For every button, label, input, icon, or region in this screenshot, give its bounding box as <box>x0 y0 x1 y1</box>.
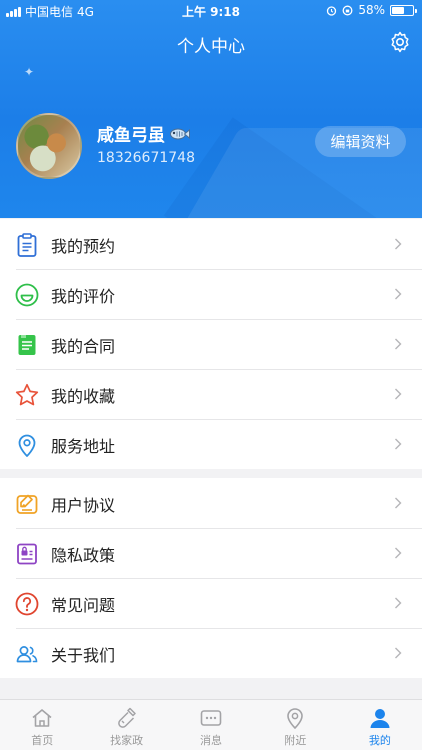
username-row: 咸鱼弓虽 <box>97 121 190 146</box>
tab-nearby[interactable]: 附近 <box>253 700 337 750</box>
agreement-icon <box>16 494 38 514</box>
menu-item-label: 用户协议 <box>51 496 116 515</box>
menu-item-my-appointments[interactable]: 我的预约 <box>0 219 422 269</box>
bottom-tab-bar: 首页 找家政 消息 附近 我的 <box>0 699 422 750</box>
menu-item-label: 隐私政策 <box>51 546 116 565</box>
battery-percent: 58% <box>358 3 385 17</box>
chevron-right-icon <box>395 438 402 450</box>
star-icon <box>15 383 39 406</box>
menu-item-about-us[interactable]: 关于我们 <box>0 628 422 678</box>
tab-find-housekeeping[interactable]: 找家政 <box>84 700 168 750</box>
tab-label: 找家政 <box>110 734 144 747</box>
contract-icon <box>18 335 36 355</box>
battery-icon <box>390 4 417 16</box>
menu-item-faq[interactable]: 常见问题 <box>0 578 422 628</box>
chevron-right-icon <box>395 338 402 350</box>
chevron-right-icon <box>395 547 402 559</box>
menu-group-account: 我的预约 我的评价 我的合同 我的收藏 服务地址 <box>0 219 422 469</box>
chevron-right-icon <box>395 288 402 300</box>
edit-profile-button[interactable]: 编辑资料 <box>315 126 406 157</box>
chevron-right-icon <box>395 597 402 609</box>
phone-number: 18326671748 <box>97 150 195 166</box>
menu-group-info: 用户协议 隐私政策 常见问题 关于我们 <box>0 478 422 678</box>
avatar[interactable] <box>16 113 82 179</box>
menu-item-user-agreement[interactable]: 用户协议 <box>0 478 422 528</box>
tab-label: 附近 <box>284 734 307 747</box>
menu-item-my-favorites[interactable]: 我的收藏 <box>0 369 422 419</box>
tab-label: 首页 <box>31 734 54 747</box>
menu-item-label: 关于我们 <box>51 646 116 665</box>
alarm-icon <box>327 5 337 16</box>
tab-home[interactable]: 首页 <box>0 700 84 750</box>
profile-icon <box>370 709 390 728</box>
menu-item-label: 我的合同 <box>51 337 116 356</box>
menu-item-label: 我的评价 <box>51 287 116 306</box>
fish-icon <box>170 128 190 139</box>
status-bar: 中国电信 4G 上午 9:18 58% <box>0 0 422 22</box>
question-icon <box>15 592 39 616</box>
profile-header: ✦ 中国电信 4G 上午 9:18 58% 个人中心 咸鱼弓虽 18326671… <box>0 0 422 218</box>
menu-item-privacy-policy[interactable]: 隐私政策 <box>0 528 422 578</box>
message-icon <box>200 710 222 726</box>
tab-label: 消息 <box>200 734 223 747</box>
chevron-right-icon <box>395 238 402 250</box>
smile-icon <box>15 283 39 307</box>
privacy-icon <box>17 543 37 565</box>
location-icon <box>18 434 36 457</box>
tab-label: 我的 <box>368 734 391 747</box>
chevron-right-icon <box>395 647 402 659</box>
sparkle-icon: ✦ <box>24 65 35 79</box>
menu-item-label: 我的预约 <box>51 237 116 256</box>
nearby-icon <box>287 708 304 729</box>
page-title: 个人中心 <box>177 37 245 57</box>
chevron-right-icon <box>395 497 402 509</box>
menu-item-label: 服务地址 <box>51 437 116 456</box>
tab-messages[interactable]: 消息 <box>169 700 253 750</box>
rotation-lock-icon <box>342 5 353 15</box>
menu-item-my-reviews[interactable]: 我的评价 <box>0 269 422 319</box>
cleaning-icon <box>117 707 136 728</box>
gear-icon[interactable] <box>388 30 412 54</box>
home-icon <box>32 709 52 727</box>
menu-item-label: 我的收藏 <box>51 387 116 406</box>
clipboard-icon <box>17 233 37 257</box>
username: 咸鱼弓虽 <box>97 126 165 146</box>
menu-item-label: 常见问题 <box>51 596 116 615</box>
menu-item-service-address[interactable]: 服务地址 <box>0 419 422 469</box>
tab-mine[interactable]: 我的 <box>338 700 422 750</box>
people-icon <box>16 646 38 663</box>
chevron-right-icon <box>395 388 402 400</box>
menu-item-my-contracts[interactable]: 我的合同 <box>0 319 422 369</box>
